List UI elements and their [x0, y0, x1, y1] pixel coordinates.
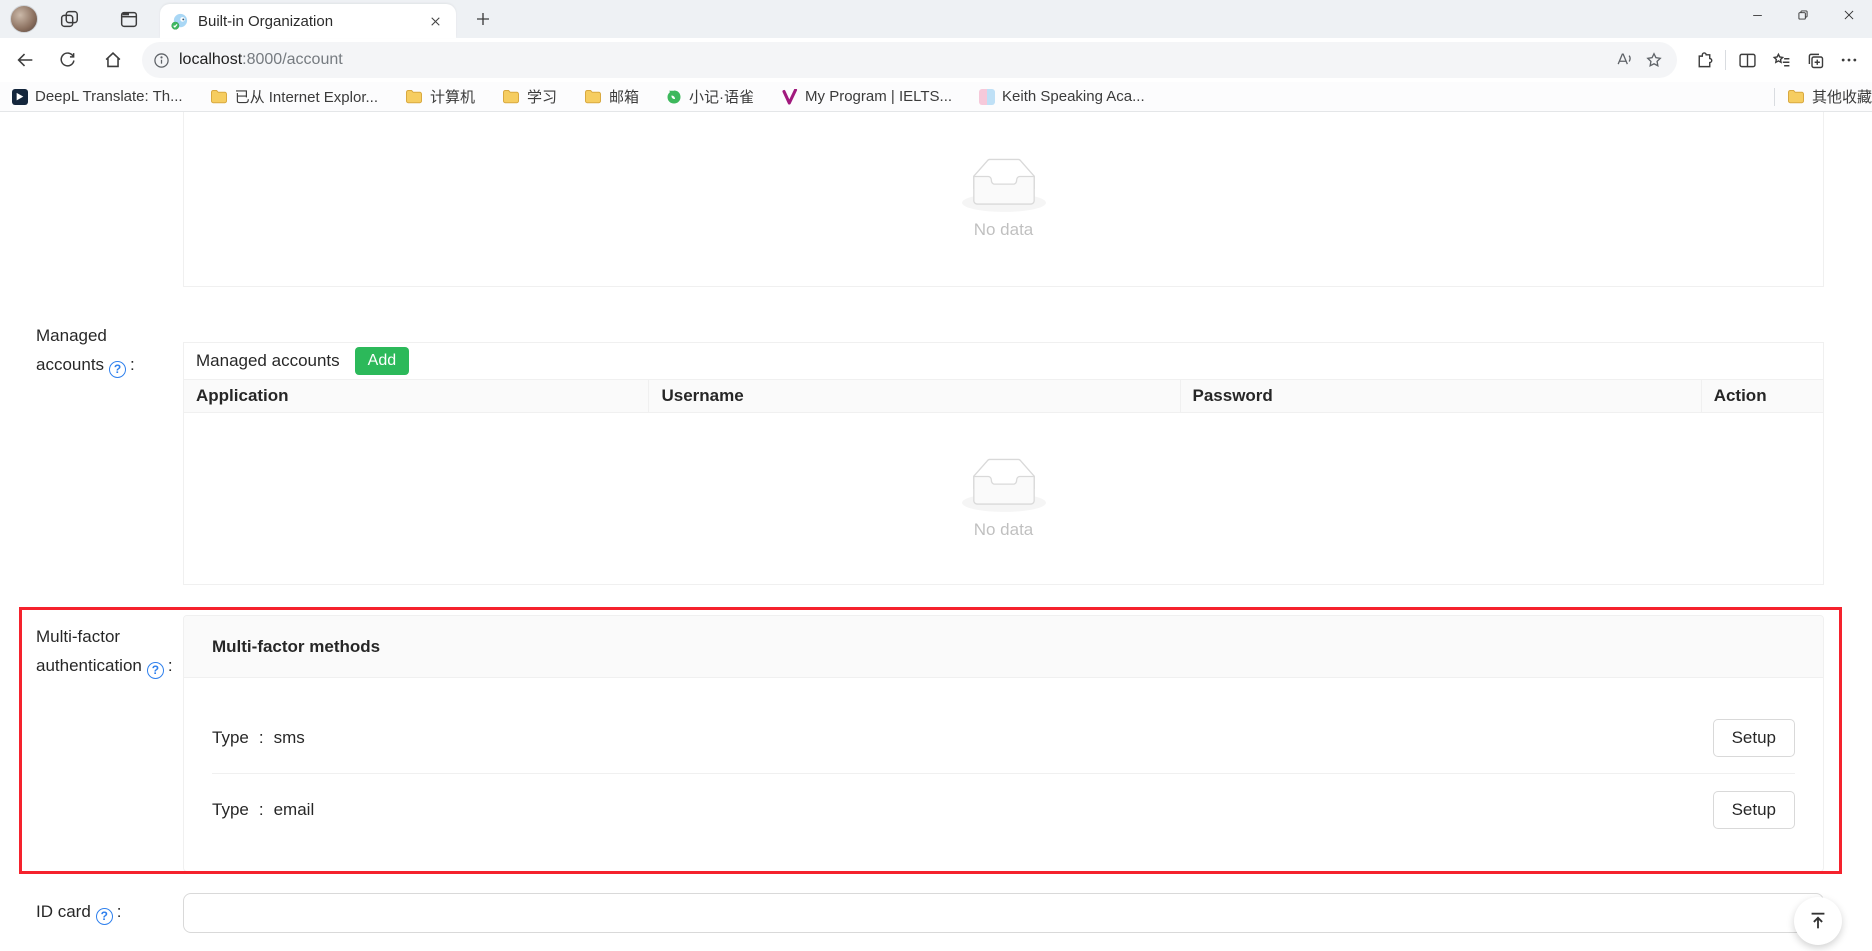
- bookmark-my-program[interactable]: My Program | IELTS...: [781, 88, 952, 105]
- empty-state: No data: [184, 413, 1823, 584]
- table-column-headers: Application Username Password Action: [183, 379, 1824, 413]
- bookmark-folder-study[interactable]: 学习: [502, 86, 557, 107]
- site-favicon: [170, 12, 189, 31]
- refresh-icon[interactable]: [50, 43, 84, 77]
- folder-icon: [502, 89, 520, 104]
- tab-title: Built-in Organization: [198, 13, 424, 30]
- close-window-button[interactable]: [1826, 0, 1872, 30]
- browser-toolbar: localhost:8000/account: [0, 38, 1872, 82]
- id-card-input[interactable]: [183, 893, 1824, 933]
- new-tab-button[interactable]: [468, 4, 498, 34]
- empty-box-icon: [962, 458, 1046, 512]
- managed-accounts-table: Managed accounts Add Application Usernam…: [183, 342, 1824, 585]
- folder-icon: [584, 89, 602, 104]
- back-to-top-icon: [1807, 910, 1829, 932]
- folder-icon: [210, 89, 228, 104]
- empty-text: No data: [974, 520, 1034, 540]
- tab-close-icon[interactable]: [424, 10, 446, 32]
- bookmark-folder-computer[interactable]: 计算机: [405, 86, 475, 107]
- mfa-card: Multi-factor methods Type:sms Setup Type…: [183, 615, 1824, 872]
- id-card-label: ID card?:: [36, 897, 122, 926]
- bookmark-folder-ie[interactable]: 已从 Internet Explor...: [210, 86, 378, 107]
- help-icon[interactable]: ?: [147, 662, 164, 679]
- keith-icon: [979, 89, 995, 105]
- column-action: Action: [1702, 380, 1823, 412]
- empty-text: No data: [974, 220, 1034, 240]
- vee-icon: [781, 89, 798, 105]
- help-icon[interactable]: ?: [109, 361, 126, 378]
- bookmark-yuque[interactable]: 小记·语雀: [666, 86, 754, 107]
- column-username: Username: [649, 380, 1180, 412]
- table-title: Managed accounts: [196, 351, 340, 371]
- mfa-row-email: Type:email Setup: [212, 774, 1795, 846]
- other-favorites[interactable]: 其他收藏: [1774, 86, 1872, 107]
- setup-button-email[interactable]: Setup: [1713, 791, 1795, 829]
- bookmarks-divider: [1774, 88, 1775, 106]
- back-icon[interactable]: [8, 43, 42, 77]
- setup-button-sms[interactable]: Setup: [1713, 719, 1795, 757]
- yuque-icon: [666, 89, 682, 105]
- mfa-card-title: Multi-factor methods: [184, 616, 1823, 678]
- site-info-icon[interactable]: [152, 51, 171, 70]
- mfa-row-sms: Type:sms Setup: [212, 702, 1795, 774]
- bookmark-deepl[interactable]: DeepL Translate: Th...: [12, 88, 183, 105]
- toolbar-divider: [1725, 50, 1726, 70]
- back-to-top-button[interactable]: [1794, 897, 1842, 945]
- managed-accounts-table-header: Managed accounts Add: [183, 342, 1824, 379]
- account-page: No data Managed accounts?: Managed accou…: [0, 112, 1872, 951]
- empty-state: No data: [184, 112, 1823, 286]
- favorite-star-icon[interactable]: [1639, 45, 1669, 75]
- empty-box-icon: [962, 158, 1046, 212]
- mfa-label: Multi-factor authentication?:: [36, 622, 173, 680]
- other-favorites-label: 其他收藏: [1812, 86, 1872, 107]
- url-path: :8000/account: [242, 51, 343, 68]
- managed-accounts-label: Managed accounts?:: [36, 321, 135, 379]
- folder-icon: [405, 89, 423, 104]
- column-password: Password: [1181, 380, 1702, 412]
- address-bar[interactable]: localhost:8000/account: [142, 42, 1677, 78]
- collections-icon[interactable]: [1798, 43, 1832, 77]
- browser-tab[interactable]: Built-in Organization: [160, 4, 456, 38]
- mfa-type-text: Type:email: [212, 800, 314, 820]
- top-table-card: No data: [183, 112, 1824, 287]
- extensions-icon[interactable]: [1687, 43, 1721, 77]
- browser-tab-strip: Built-in Organization: [0, 0, 1872, 38]
- bookmarks-bar: DeepL Translate: Th... 已从 Internet Explo…: [0, 82, 1872, 112]
- add-button[interactable]: Add: [355, 347, 409, 375]
- favorites-bar-icon[interactable]: [1764, 43, 1798, 77]
- split-screen-icon[interactable]: [1730, 43, 1764, 77]
- column-application: Application: [184, 380, 649, 412]
- url-text[interactable]: localhost:8000/account: [179, 51, 1609, 69]
- profile-avatar[interactable]: [10, 5, 38, 33]
- deepl-icon: [12, 89, 28, 105]
- read-aloud-icon[interactable]: [1609, 45, 1639, 75]
- home-icon[interactable]: [96, 43, 130, 77]
- mfa-card-body: Type:sms Setup Type:email Setup: [184, 702, 1823, 846]
- mfa-type-text: Type:sms: [212, 728, 305, 748]
- bookmark-keith[interactable]: Keith Speaking Aca...: [979, 88, 1145, 105]
- url-host: localhost: [179, 51, 242, 68]
- help-icon[interactable]: ?: [96, 908, 113, 925]
- settings-more-icon[interactable]: [1832, 43, 1866, 77]
- window-controls: [1734, 0, 1872, 30]
- table-body: No data: [183, 413, 1824, 585]
- bookmark-folder-mail[interactable]: 邮箱: [584, 86, 639, 107]
- minimize-button[interactable]: [1734, 0, 1780, 30]
- workspaces-icon[interactable]: [54, 4, 84, 34]
- restore-button[interactable]: [1780, 0, 1826, 30]
- vertical-tabs-icon[interactable]: [114, 4, 144, 34]
- folder-icon: [1787, 89, 1805, 104]
